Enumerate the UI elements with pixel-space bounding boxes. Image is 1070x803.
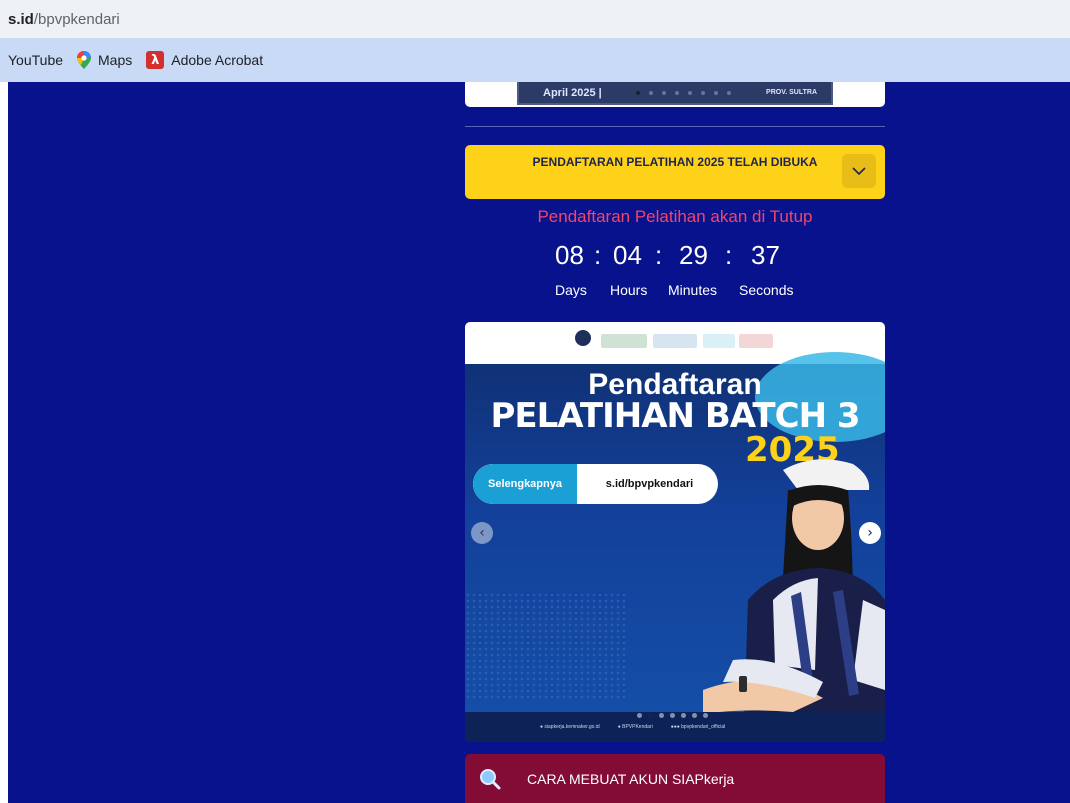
adobe-acrobat-icon: λ [146, 51, 165, 69]
url-host: s.id [8, 10, 34, 28]
countdown-minutes: 29 [679, 240, 708, 270]
indicator-dot[interactable] [681, 713, 686, 718]
page-content: April 2025 | PROV. SULTRA PENDAFTARAN PE… [8, 82, 1070, 803]
decorative-dots [465, 592, 625, 702]
bookmarks-bar: YouTube Maps λ Adobe Acrobat [0, 38, 1070, 82]
slide-pill[interactable]: Selengkapnya s.id/bpvpkendari [473, 464, 718, 504]
bookmark-maps[interactable]: Maps [77, 51, 132, 69]
indicator-dot[interactable] [648, 713, 653, 718]
countdown-sep: : [594, 240, 602, 270]
siapkerja-logo-icon [703, 334, 735, 348]
top-banner-image[interactable]: April 2025 | PROV. SULTRA [517, 82, 833, 105]
address-bar[interactable]: s.id/bpvpkendari [0, 0, 1070, 38]
countdown-sep: : [725, 240, 733, 270]
indicator-dot[interactable] [670, 713, 675, 718]
label-minutes: Minutes [668, 282, 718, 298]
slider-indicators[interactable] [637, 713, 708, 718]
bookmark-adobe-acrobat[interactable]: λ Adobe Acrobat [146, 51, 263, 69]
chevron-left-icon[interactable]: ‹ [471, 522, 493, 544]
indicator-dot[interactable] [637, 713, 642, 718]
bookmark-label: YouTube [8, 52, 64, 68]
label-hours: Hours [610, 282, 648, 298]
section-divider [465, 126, 885, 127]
countdown-heading: Pendaftaran Pelatihan akan di Tutup [537, 207, 813, 226]
indicator-dot[interactable] [692, 713, 697, 718]
bookmark-label: Adobe Acrobat [171, 52, 264, 68]
kemnaker-logo-icon [575, 330, 591, 346]
berakhlak-logo-icon [739, 334, 773, 348]
promo-slider[interactable]: Pendaftaran PELATIHAN BATCH 3 2025 Selen… [465, 322, 885, 742]
partner-logo-icon [601, 334, 647, 348]
footer-link: ● siapkerja.kemnaker.go.id [540, 724, 600, 730]
maps-pin-icon [77, 51, 92, 69]
countdown-seconds: 37 [751, 240, 780, 270]
pill-right: s.id/bpvpkendari [605, 478, 694, 490]
bookmark-youtube[interactable]: YouTube [8, 52, 63, 68]
label-seconds: Seconds [739, 282, 794, 298]
chevron-right-icon[interactable]: › [859, 522, 881, 544]
registration-accordion[interactable]: PENDAFTARAN PELATIHAN 2025 TELAH DIBUKA [465, 145, 885, 199]
howto-label: CARA MEBUAT AKUN SIAPkerja [527, 770, 735, 787]
countdown-days: 08 [555, 240, 584, 270]
footer-link: ●●● bpvpkendari_official [670, 724, 726, 730]
countdown-sep: : [655, 240, 663, 270]
chevron-down-icon[interactable] [842, 154, 876, 188]
howto-siapkerja-button[interactable]: CARA MEBUAT AKUN SIAPkerja [465, 754, 885, 803]
bookmark-label: Maps [98, 52, 133, 68]
pill-left: Selengkapnya [473, 464, 577, 504]
indicator-dot[interactable] [703, 713, 708, 718]
footer-link: ● BPVPKendari [617, 724, 653, 730]
search-icon [475, 764, 505, 794]
partner-logo-icon [653, 334, 697, 348]
top-banner-card: April 2025 | PROV. SULTRA [465, 82, 885, 107]
model-photo [703, 459, 885, 742]
banner-date: April 2025 | [543, 86, 602, 99]
accordion-title: PENDAFTARAN PELATIHAN 2025 TELAH DIBUKA [532, 155, 818, 169]
label-days: Days [555, 282, 587, 298]
indicator-dot[interactable] [659, 713, 664, 718]
countdown-hours: 04 [613, 240, 642, 270]
banner-prov: PROV. SULTRA [766, 89, 817, 96]
banner-indicators [636, 90, 732, 95]
url-path: /bpvpkendari [33, 10, 120, 28]
